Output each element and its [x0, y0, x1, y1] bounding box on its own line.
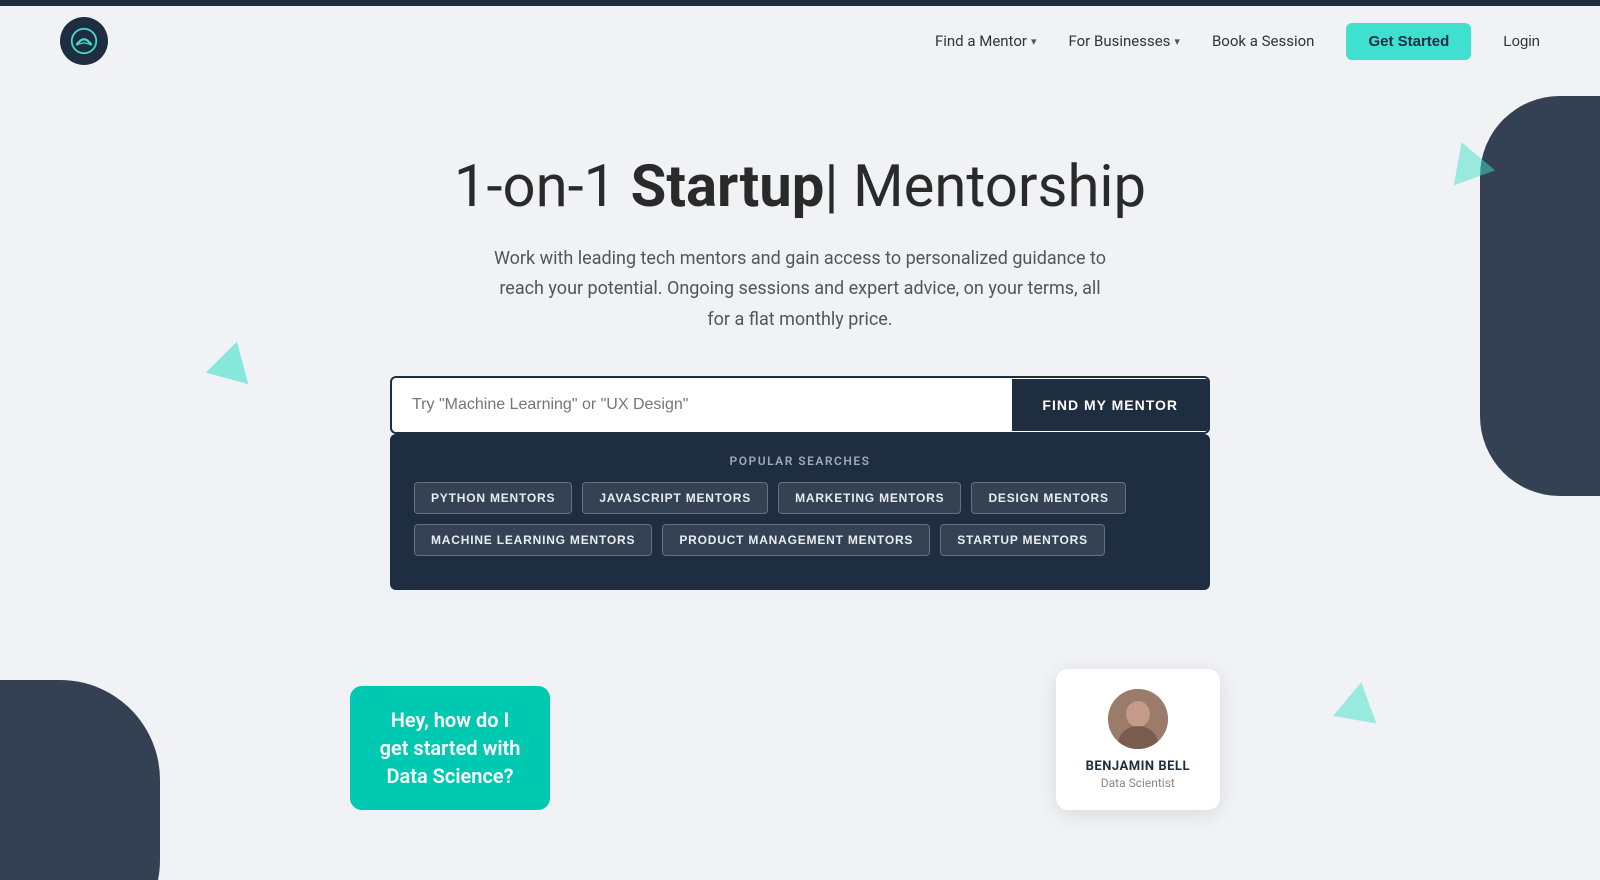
- chat-bubble: Hey, how do I get started with Data Scie…: [350, 686, 550, 810]
- navbar-links: Find a Mentor ▾ For Businesses ▾ Book a …: [935, 23, 1540, 60]
- get-started-button[interactable]: Get Started: [1346, 23, 1471, 60]
- profile-title: Data Scientist: [1086, 776, 1190, 790]
- tag-design[interactable]: DESIGN MENTORS: [971, 482, 1125, 514]
- nav-for-businesses[interactable]: For Businesses ▾: [1068, 32, 1179, 50]
- tag-marketing[interactable]: MARKETING MENTORS: [778, 482, 961, 514]
- nav-find-mentor[interactable]: Find a Mentor ▾: [935, 32, 1037, 50]
- bottom-section: Hey, how do I get started with Data Scie…: [20, 620, 1580, 820]
- hero-title-suffix: Mentorship: [839, 153, 1147, 221]
- tags-row-1: PYTHON MENTORS JAVASCRIPT MENTORS MARKET…: [414, 482, 1186, 514]
- tags-row-2: MACHINE LEARNING MENTORS PRODUCT MANAGEM…: [414, 524, 1186, 556]
- profile-card: BENJAMIN BELL Data Scientist: [1056, 669, 1220, 810]
- dark-blob-right: [1480, 96, 1600, 496]
- tag-machine-learning[interactable]: MACHINE LEARNING MENTORS: [414, 524, 652, 556]
- popular-searches: POPULAR SEARCHES PYTHON MENTORS JAVASCRI…: [390, 434, 1210, 590]
- profile-avatar: [1108, 689, 1168, 749]
- tag-startup[interactable]: STARTUP MENTORS: [940, 524, 1105, 556]
- logo[interactable]: [60, 17, 108, 65]
- tag-product-management[interactable]: PRODUCT MANAGEMENT MENTORS: [662, 524, 930, 556]
- hero-title: 1-on-1 Startup| Mentorship: [20, 156, 1580, 220]
- find-mentor-button[interactable]: FIND MY MENTOR: [1012, 379, 1208, 431]
- chevron-down-icon: ▾: [1031, 35, 1037, 48]
- search-input[interactable]: [392, 378, 1012, 432]
- hero-subtitle: Work with leading tech mentors and gain …: [490, 244, 1110, 336]
- nav-find-mentor-label: Find a Mentor: [935, 32, 1027, 50]
- nav-businesses-label: For Businesses: [1068, 32, 1170, 50]
- navbar: Find a Mentor ▾ For Businesses ▾ Book a …: [0, 6, 1600, 76]
- popular-label: POPULAR SEARCHES: [414, 454, 1186, 468]
- tag-javascript[interactable]: JAVASCRIPT MENTORS: [582, 482, 768, 514]
- nav-book-session[interactable]: Book a Session: [1212, 32, 1315, 50]
- tag-python[interactable]: PYTHON MENTORS: [414, 482, 572, 514]
- hero-title-bold: Startup: [631, 153, 825, 221]
- search-box: FIND MY MENTOR: [390, 376, 1210, 434]
- teal-triangle-right-top: [1446, 141, 1490, 179]
- hero-title-prefix: 1-on-1: [454, 153, 631, 221]
- search-container: FIND MY MENTOR POPULAR SEARCHES PYTHON M…: [390, 376, 1210, 590]
- profile-name: BENJAMIN BELL: [1086, 759, 1190, 774]
- logo-circle: [60, 17, 108, 65]
- login-button[interactable]: Login: [1503, 33, 1540, 50]
- hero-section: 1-on-1 Startup| Mentorship Work with lea…: [0, 76, 1600, 880]
- teal-triangle-left: [210, 341, 254, 379]
- hero-title-cursor: |: [824, 153, 838, 221]
- chevron-down-icon: ▾: [1174, 35, 1180, 48]
